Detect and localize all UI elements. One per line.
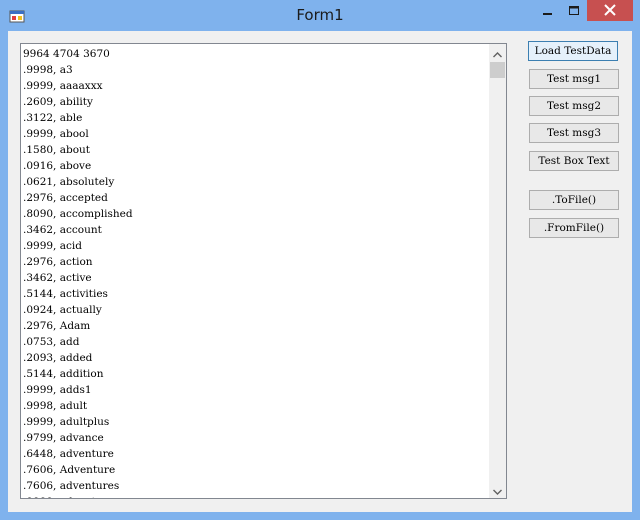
textbox-line: .0916, above bbox=[23, 160, 92, 172]
textbox-line: .2609, ability bbox=[23, 96, 93, 108]
from-file-button[interactable]: .FromFile() bbox=[529, 218, 619, 238]
app-window: Form1 9964 4704 3670 .9998, a3 .9999, aaaa… bbox=[0, 0, 640, 520]
textbox-line: .6448, adventure bbox=[23, 448, 114, 460]
scroll-thumb[interactable] bbox=[490, 62, 505, 78]
textbox-line: .8090, accomplished bbox=[23, 208, 133, 220]
textbox-line: .7606, Adventure bbox=[23, 464, 116, 476]
test-msg1-button[interactable]: Test msg1 bbox=[529, 69, 619, 89]
textbox-line: .7606, adventures bbox=[23, 480, 120, 492]
textbox-line: .9999, adultplus bbox=[23, 416, 110, 428]
textbox-line: .5144, activities bbox=[23, 288, 108, 300]
textbox-line: .1580, about bbox=[23, 144, 91, 156]
title-bar[interactable]: Form1 bbox=[0, 0, 640, 31]
chevron-down-icon bbox=[493, 480, 502, 498]
scroll-up-button[interactable] bbox=[489, 44, 506, 61]
test-msg3-button[interactable]: Test msg3 bbox=[529, 123, 619, 143]
textbox-line: .9999, adventure bbox=[23, 494, 501, 498]
textbox-line: .5144, addition bbox=[23, 368, 104, 380]
load-testdata-button[interactable]: Load TestData bbox=[528, 41, 618, 61]
vertical-scrollbar[interactable] bbox=[489, 44, 506, 498]
textbox-line: .9999, adds1 bbox=[23, 384, 92, 396]
textbox-line: .9999, abool bbox=[23, 128, 89, 140]
maximize-button[interactable] bbox=[561, 0, 587, 21]
test-msg2-button[interactable]: Test msg2 bbox=[529, 96, 619, 116]
minimize-icon bbox=[543, 1, 553, 20]
form-client-area: 9964 4704 3670 .9998, a3 .9999, aaaaxxx .26… bbox=[8, 31, 632, 512]
textbox-line: .9799, advance bbox=[23, 432, 104, 444]
textbox-line: .9999, acid bbox=[23, 240, 82, 252]
textbox-line: 9964 4704 3670 bbox=[23, 48, 110, 60]
textbox-line: .2976, Adam bbox=[23, 320, 91, 332]
scroll-down-button[interactable] bbox=[489, 481, 506, 498]
textbox-lines: 9964 4704 3670 .9998, a3 .9999, aaaaxxx .26… bbox=[23, 46, 501, 498]
textbox-line: .3462, active bbox=[23, 272, 92, 284]
maximize-icon bbox=[569, 1, 579, 20]
minimize-button[interactable] bbox=[535, 0, 561, 21]
close-icon bbox=[604, 1, 616, 20]
textbox-line: .3462, account bbox=[23, 224, 102, 236]
chevron-up-icon bbox=[493, 44, 502, 62]
textbox-line: .0924, actually bbox=[23, 304, 102, 316]
test-box-text-button[interactable]: Test Box Text bbox=[529, 151, 619, 171]
textbox-line: .3122, able bbox=[23, 112, 83, 124]
textbox-line: .2976, action bbox=[23, 256, 93, 268]
to-file-button[interactable]: .ToFile() bbox=[529, 190, 619, 210]
textbox-line: .9999, aaaaxxx bbox=[23, 80, 103, 92]
textbox-line: .2976, accepted bbox=[23, 192, 108, 204]
textbox-line: .2093, added bbox=[23, 352, 93, 364]
textbox-line: .9998, a3 bbox=[23, 64, 73, 76]
close-button[interactable] bbox=[587, 0, 633, 21]
textbox-line: .0753, add bbox=[23, 336, 80, 348]
data-textbox[interactable]: 9964 4704 3670 .9998, a3 .9999, aaaaxxx .26… bbox=[20, 43, 507, 499]
textbox-line: .0621, absolutely bbox=[23, 176, 115, 188]
textbox-line: .9998, adult bbox=[23, 400, 88, 412]
